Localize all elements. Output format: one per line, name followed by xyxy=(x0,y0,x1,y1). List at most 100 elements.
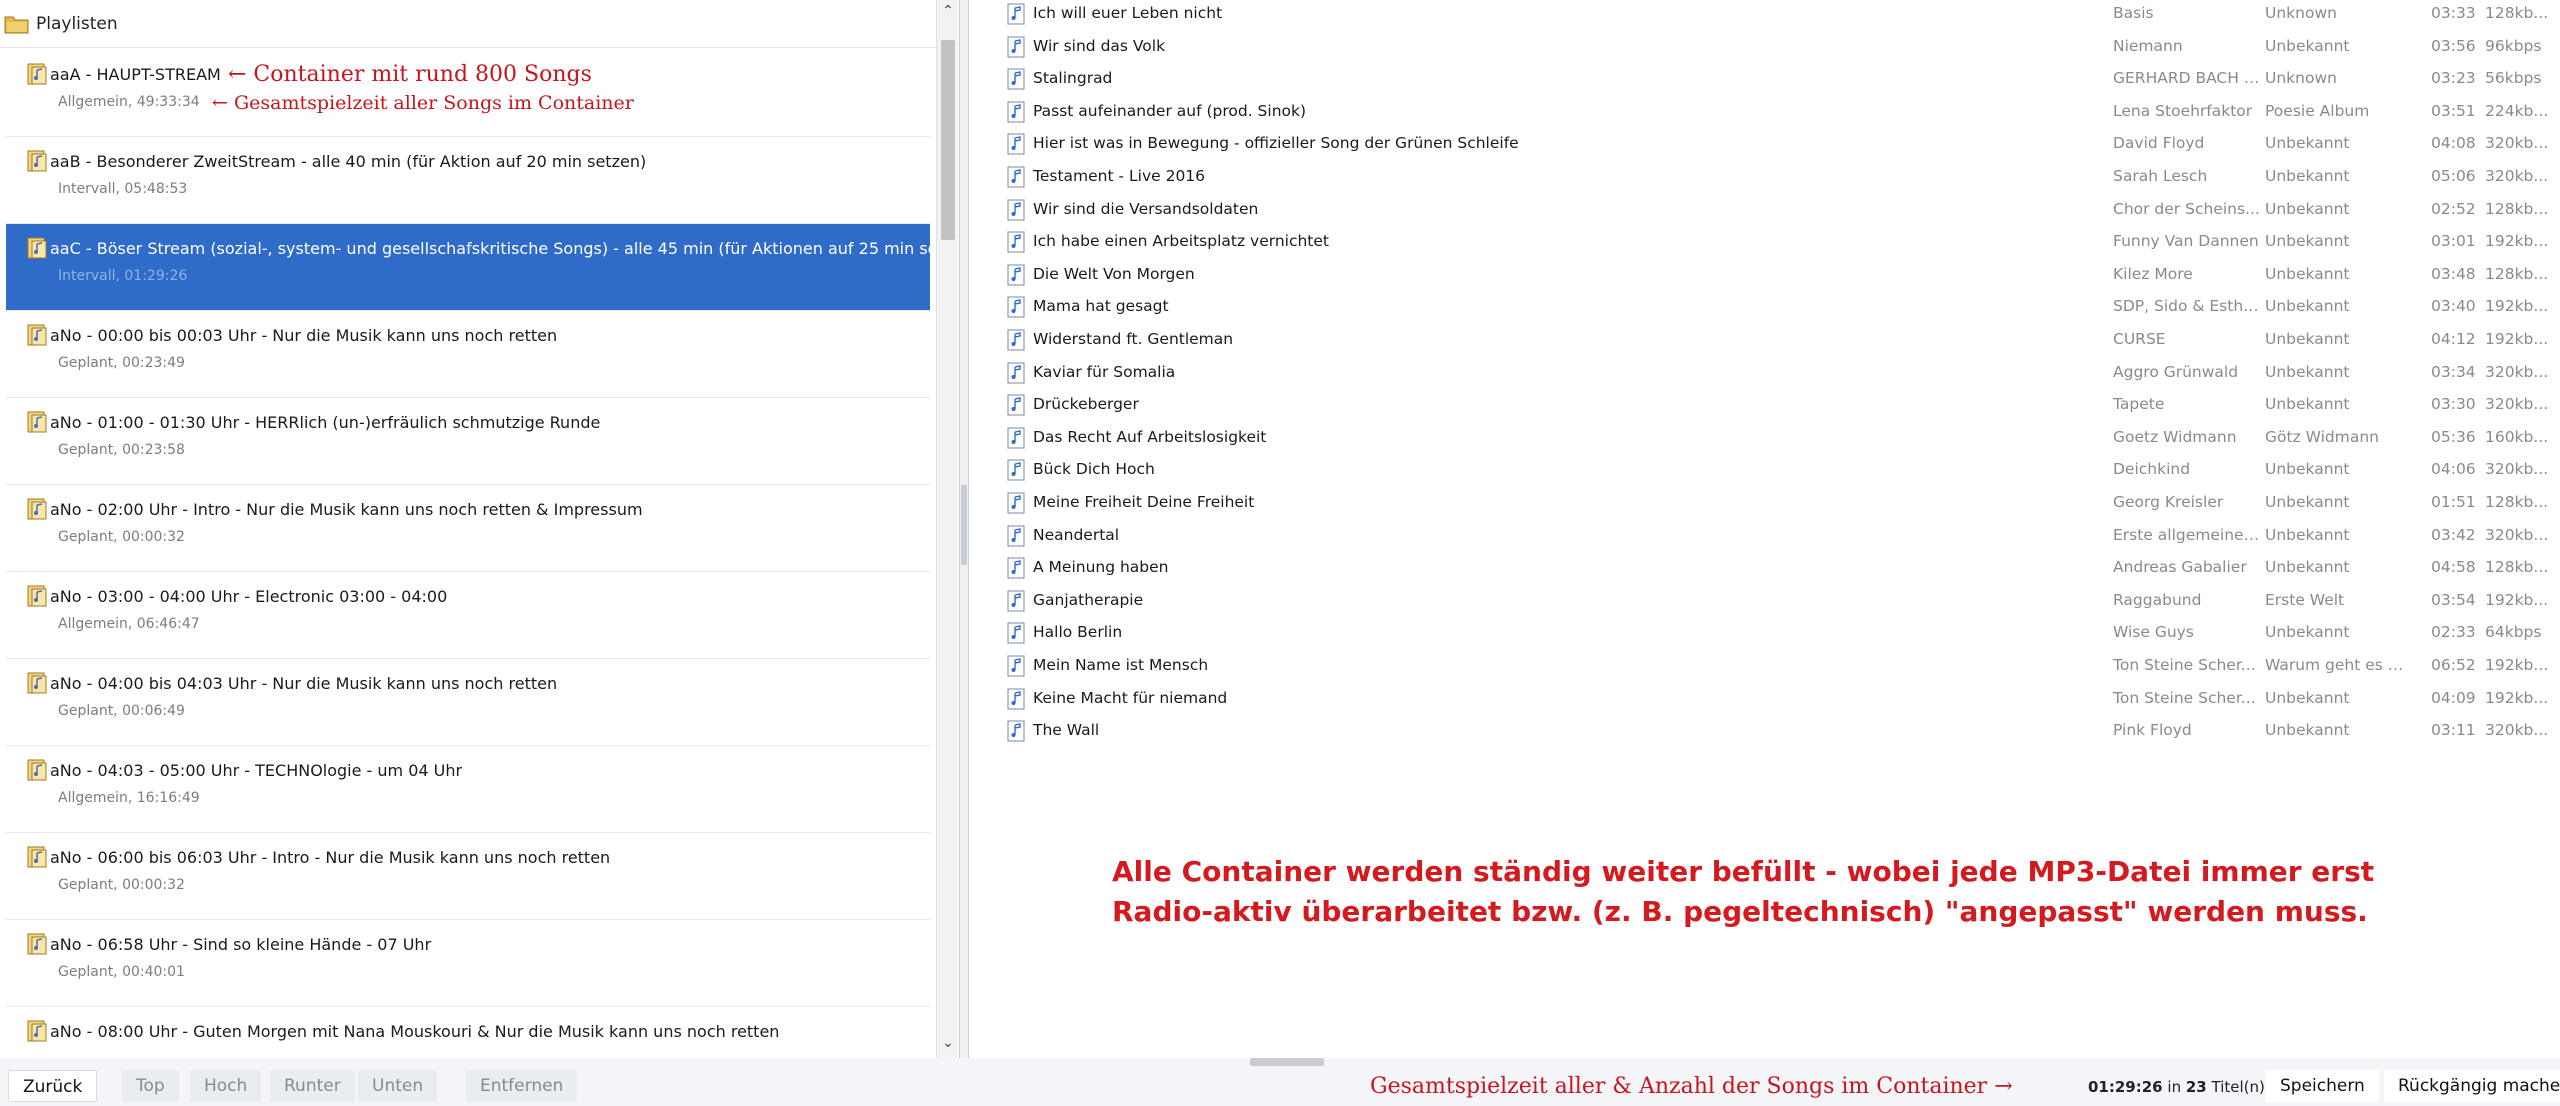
playlist-subtitle: Geplant, 00:06:49 xyxy=(58,703,185,719)
song-album: Unbekannt xyxy=(2265,232,2350,251)
playlist-item[interactable]: aNo - 00:00 bis 00:03 Uhr - Nur die Musi… xyxy=(6,311,930,398)
back-button[interactable]: Zurück xyxy=(8,1070,98,1102)
song-row[interactable]: Ganjatherapie Raggabund Erste Welt 03:54 192… xyxy=(969,587,2560,619)
audio-file-icon xyxy=(1007,492,1025,514)
song-row[interactable]: Passt aufeinander auf (prod. Sinok) Lena … xyxy=(969,98,2560,130)
song-title: Testament - Live 2016 xyxy=(1033,167,1206,185)
move-top-button[interactable]: Top xyxy=(122,1070,179,1102)
playlist-title: aaC - Böser Stream (sozial-, system- und… xyxy=(50,239,936,258)
playlist-subtitle: Geplant, 00:40:01 xyxy=(58,964,185,980)
song-album: Unbekannt xyxy=(2265,199,2350,218)
status-titles-word: Titel(n) xyxy=(2211,1078,2265,1096)
song-duration: 04:12 xyxy=(2431,330,2476,348)
audio-file-icon xyxy=(1007,622,1025,644)
container-annotation: ← Container mit rund 800 Songs xyxy=(228,62,592,87)
song-title: Ich will euer Leben nicht xyxy=(1033,4,1223,22)
playlist-subtitle: Geplant, 00:23:49 xyxy=(58,355,185,371)
playlist-title: aaA - HAUPT-STREAM xyxy=(50,65,221,84)
song-album: Unknown xyxy=(2265,69,2337,88)
song-title: Das Recht Auf Arbeitslosigkeit xyxy=(1033,427,1267,446)
playlist-subtitle: Allgemein, 06:46:47 xyxy=(58,616,200,632)
status-annotation: Gesamtspielzeit aller & Anzahl der Songs… xyxy=(1370,1074,2013,1099)
song-title: Widerstand ft. Gentleman xyxy=(1033,330,1234,348)
song-row[interactable]: Kaviar für Somalia Aggro Grünwald Unbekann… xyxy=(969,359,2560,391)
playlist-subtitle: Intervall, 01:29:26 xyxy=(58,268,188,284)
song-row[interactable]: The Wall Pink Floyd Unbekannt 03:11 320kb... xyxy=(969,717,2560,749)
song-row[interactable]: Hallo Berlin Wise Guys Unbekannt 02:33 64kbp… xyxy=(969,619,2560,651)
audio-file-icon xyxy=(1007,133,1025,155)
song-row[interactable]: Bück Dich Hoch Deichkind Unbekannt 04:06 320… xyxy=(969,456,2560,488)
audio-file-icon xyxy=(1007,394,1025,416)
save-button[interactable]: Speichern xyxy=(2266,1070,2379,1102)
song-bitrate: 192kb... xyxy=(2485,590,2549,609)
playlist-item[interactable]: aNo - 04:03 - 05:00 Uhr - TECHNOlogie - … xyxy=(6,746,930,833)
song-album: Unbekannt xyxy=(2265,134,2350,153)
playlist-item[interactable]: aaB - Besonderer ZweitStream - alle 40 m… xyxy=(6,137,930,224)
song-bitrate: 224kb... xyxy=(2485,101,2549,120)
splitter-grip[interactable] xyxy=(961,485,967,565)
playlist-item[interactable]: aNo - 03:00 - 04:00 Uhr - Electronic 03:… xyxy=(6,572,930,659)
song-artist: Kilez More xyxy=(2113,264,2193,283)
song-artist: Andreas Gabalier xyxy=(2113,558,2247,577)
song-duration: 03:48 xyxy=(2431,264,2476,283)
song-row[interactable]: Stalingrad GERHARD BACH P... Unknown 03:23 5… xyxy=(969,65,2560,97)
song-row[interactable]: Meine Freiheit Deine Freiheit Georg Kreis… xyxy=(969,489,2560,521)
playlist-item[interactable]: aaC - Böser Stream (sozial-, system- und… xyxy=(6,224,936,311)
song-row[interactable]: Wir sind das Volk Niemann Unbekannt 03:56 96… xyxy=(969,33,2560,65)
song-row[interactable]: Wir sind die Versandsoldaten Chor der Sch… xyxy=(969,196,2560,228)
playlist-subtitle: Geplant, 00:23:58 xyxy=(58,442,185,458)
song-artist: Georg Kreisler xyxy=(2113,493,2224,511)
song-title: Hier ist was in Bewegung - offizieller S… xyxy=(1033,134,1519,153)
move-up-button[interactable]: Hoch xyxy=(190,1070,262,1102)
playlist-icon xyxy=(27,672,47,694)
song-row[interactable]: Hier ist was in Bewegung - offizieller S… xyxy=(969,130,2560,162)
scrollbar-thumb[interactable] xyxy=(941,40,955,240)
move-down-button[interactable]: Runter xyxy=(270,1070,355,1102)
playlist-icon xyxy=(27,759,47,781)
playlist-item[interactable]: aaA - HAUPT-STREAM Allgemein, 49:33:34 ← C… xyxy=(6,50,930,137)
song-title: Wir sind das Volk xyxy=(1033,36,1166,55)
song-album: Unbekannt xyxy=(2265,264,2350,283)
song-duration: 03:23 xyxy=(2431,69,2476,88)
scroll-down-icon[interactable]: ⌄ xyxy=(937,1032,959,1054)
remove-button[interactable]: Entfernen xyxy=(466,1070,578,1102)
playlist-item[interactable]: aNo - 06:00 bis 06:03 Uhr - Intro - Nur … xyxy=(6,833,930,920)
song-row[interactable]: Die Welt Von Morgen Kilez More Unbekannt 03… xyxy=(969,261,2560,293)
song-row[interactable]: Das Recht Auf Arbeitslosigkeit Goetz Widm… xyxy=(969,424,2560,456)
song-row[interactable]: Mama hat gesagt SDP, Sido & Esthe... Unbek… xyxy=(969,293,2560,325)
song-row[interactable]: Drückeberger Tapete Unbekannt 03:30 320kb... xyxy=(969,391,2560,423)
song-bitrate: 320kb... xyxy=(2485,167,2549,185)
playlist-item[interactable]: aNo - 06:58 Uhr - Sind so kleine Hände -… xyxy=(6,920,930,1007)
playlist-title: aNo - 06:00 bis 06:03 Uhr - Intro - Nur … xyxy=(50,848,611,867)
song-duration: 04:08 xyxy=(2431,134,2476,153)
song-row[interactable]: Ich habe einen Arbeitsplatz vernichtet Fu… xyxy=(969,228,2560,260)
playlist-item[interactable]: aNo - 08:00 Uhr - Guten Morgen mit Nana … xyxy=(6,1007,930,1058)
song-title: Die Welt Von Morgen xyxy=(1033,264,1195,283)
song-artist: Sarah Lesch xyxy=(2113,167,2208,185)
audio-file-icon xyxy=(1007,264,1025,286)
song-row[interactable]: Ich will euer Leben nicht Basis Unknown 03:… xyxy=(969,0,2560,32)
song-album: Unbekannt xyxy=(2265,558,2350,577)
song-row[interactable]: A Meinung haben Andreas Gabalier Unbekannt… xyxy=(969,554,2560,586)
song-bitrate: 320kb... xyxy=(2485,134,2549,153)
song-duration: 03:34 xyxy=(2431,362,2476,381)
playlist-scrollbar[interactable]: ⌃ ⌄ xyxy=(936,0,958,1058)
song-album: Unbekannt xyxy=(2265,362,2350,381)
scroll-up-icon[interactable]: ⌃ xyxy=(937,0,959,22)
playlist-item[interactable]: aNo - 04:00 bis 04:03 Uhr - Nur die Musi… xyxy=(6,659,930,746)
song-row[interactable]: Widerstand ft. Gentleman CURSE Unbekannt 04… xyxy=(969,326,2560,358)
song-row[interactable]: Testament - Live 2016 Sarah Lesch Unbekann… xyxy=(969,163,2560,195)
song-duration: 05:06 xyxy=(2431,167,2476,185)
audio-file-icon xyxy=(1007,362,1025,384)
song-row[interactable]: Keine Macht für niemand Ton Steine Scher.… xyxy=(969,685,2560,717)
move-bottom-button[interactable]: Unten xyxy=(358,1070,438,1102)
vertical-splitter[interactable] xyxy=(960,0,968,1058)
song-row[interactable]: Mein Name ist Mensch Ton Steine Scher... W… xyxy=(969,652,2560,684)
playlist-item[interactable]: aNo - 02:00 Uhr - Intro - Nur die Musik … xyxy=(6,485,930,572)
undo-button[interactable]: Rückgängig machen xyxy=(2384,1070,2560,1102)
playlist-item[interactable]: aNo - 01:00 - 01:30 Uhr - HERRlich (un-)… xyxy=(6,398,930,485)
horizontal-splitter-grip[interactable] xyxy=(1250,1058,1324,1066)
playlist-subtitle: Allgemein, 16:16:49 xyxy=(58,790,200,806)
audio-file-icon xyxy=(1007,166,1025,188)
song-row[interactable]: Neandertal Erste allgemeine ... Unbekannt 0… xyxy=(969,522,2560,554)
